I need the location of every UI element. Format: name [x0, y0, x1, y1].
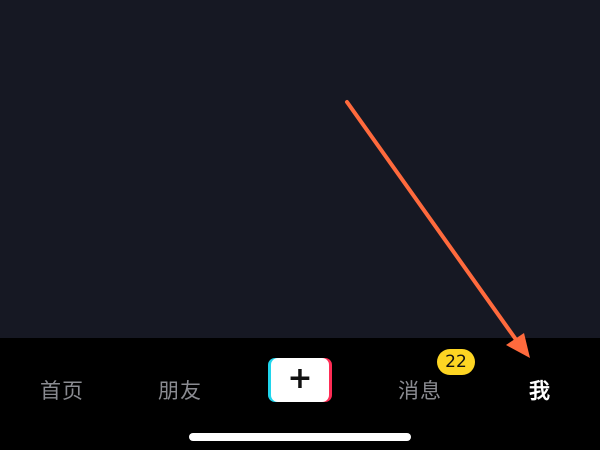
plus-icon: + — [287, 361, 313, 396]
messages-badge: 22 — [437, 349, 475, 375]
bottom-tab-bar: 首页 朋友 + 消息 22 我 — [0, 338, 600, 450]
tab-messages-label: 消息 — [398, 379, 442, 403]
create-button-face: + — [271, 358, 329, 402]
app-screen: 首页 朋友 + 消息 22 我 — [0, 0, 600, 450]
tab-friends[interactable]: 朋友 — [138, 368, 222, 412]
home-indicator[interactable] — [189, 433, 411, 441]
tab-home[interactable]: 首页 — [20, 368, 104, 412]
tab-friends-label: 朋友 — [158, 379, 202, 403]
tab-me[interactable]: 我 — [500, 368, 580, 412]
create-button[interactable]: + — [268, 358, 332, 402]
tab-me-label: 我 — [529, 379, 551, 403]
content-area — [0, 0, 600, 338]
create-button-inner: + — [276, 362, 324, 398]
tab-home-label: 首页 — [40, 379, 84, 403]
